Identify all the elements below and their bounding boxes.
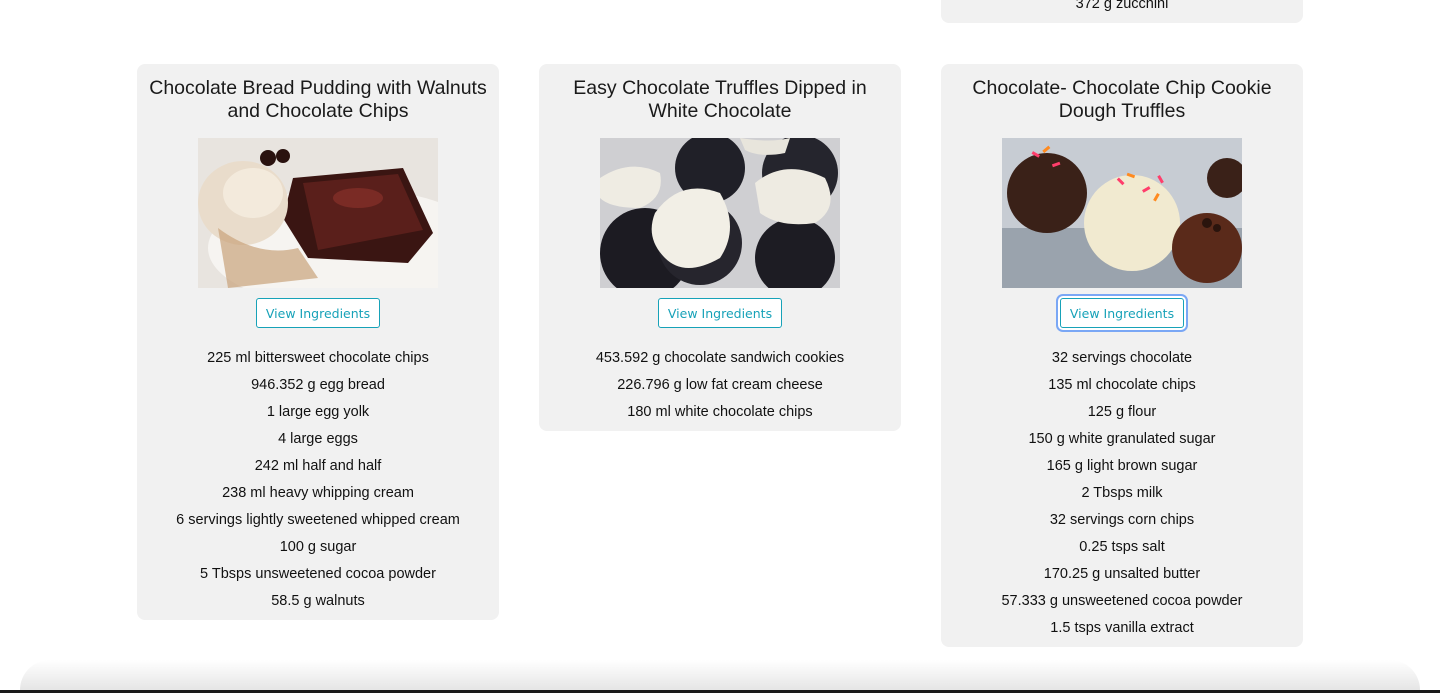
ingredient-item: 180 ml white chocolate chips (627, 404, 813, 420)
ingredient-item: 57.333 g unsweetened cocoa powder (1001, 593, 1243, 609)
ingredient-item: 225 ml bittersweet chocolate chips (207, 350, 429, 366)
recipe-card-partial: 372 g zucchini (941, 0, 1303, 23)
view-ingredients-button[interactable]: View Ingredients (657, 298, 783, 328)
recipe-card-easy-truffles: Easy Chocolate Truffles Dipped in White … (539, 64, 901, 431)
footer-shadow (20, 660, 1420, 690)
ingredient-item: 0.25 tsps salt (1079, 539, 1165, 555)
ingredient-item: 32 servings chocolate (1051, 350, 1193, 366)
ingredient-item: 242 ml half and half (254, 458, 382, 474)
ingredient-item: 4 large eggs (278, 431, 358, 447)
ingredient-list: 225 ml bittersweet chocolate chips 946.3… (137, 345, 499, 615)
ingredient-item: 165 g light brown sugar (1046, 458, 1198, 474)
recipe-title: Chocolate- Chocolate Chip Cookie Dough T… (972, 77, 1272, 122)
recipe-card-cookie-dough-truffles: Chocolate- Chocolate Chip Cookie Dough T… (941, 64, 1303, 647)
recipe-image (198, 138, 438, 288)
view-ingredients-button[interactable]: View Ingredients (1059, 298, 1185, 328)
ingredient-item: 150 g white granulated sugar (1028, 431, 1216, 447)
ingredient-item: 125 g flour (1087, 404, 1157, 420)
view-ingredients-button[interactable]: View Ingredients (255, 298, 381, 328)
ingredient-item: 453.592 g chocolate sandwich cookies (595, 350, 845, 366)
ingredient-item: 226.796 g low fat cream cheese (617, 377, 823, 393)
ingredient-item: 1.5 tsps vanilla extract (1050, 620, 1194, 636)
ingredient-item: 100 g sugar (279, 539, 357, 555)
ingredient-list: 453.592 g chocolate sandwich cookies 226… (539, 345, 901, 426)
ingredient-item: 5 Tbsps unsweetened cocoa powder (200, 566, 436, 582)
ingredient-item: 6 servings lightly sweetened whipped cre… (176, 512, 460, 528)
ingredient-item: 58.5 g walnuts (271, 593, 365, 609)
ingredient-item: 1 large egg yolk (266, 404, 370, 420)
ingredient-item: 238 ml heavy whipping cream (222, 485, 414, 501)
recipe-title: Chocolate Bread Pudding with Walnuts and… (149, 77, 487, 122)
ingredient-item: 2 Tbsps milk (1081, 485, 1163, 501)
ingredient-item: 946.352 g egg bread (251, 377, 385, 393)
ingredient-item: 372 g zucchini (1075, 0, 1169, 12)
recipe-image (1002, 138, 1242, 288)
ingredient-item: 135 ml chocolate chips (1048, 377, 1196, 393)
ingredient-item: 32 servings corn chips (1049, 512, 1195, 528)
ingredient-item: 170.25 g unsalted butter (1043, 566, 1201, 582)
recipe-card-bread-pudding: Chocolate Bread Pudding with Walnuts and… (137, 64, 499, 620)
recipe-title: Easy Chocolate Truffles Dipped in White … (573, 77, 867, 122)
ingredient-list: 32 servings chocolate 135 ml chocolate c… (941, 345, 1303, 642)
recipe-image (600, 138, 840, 288)
